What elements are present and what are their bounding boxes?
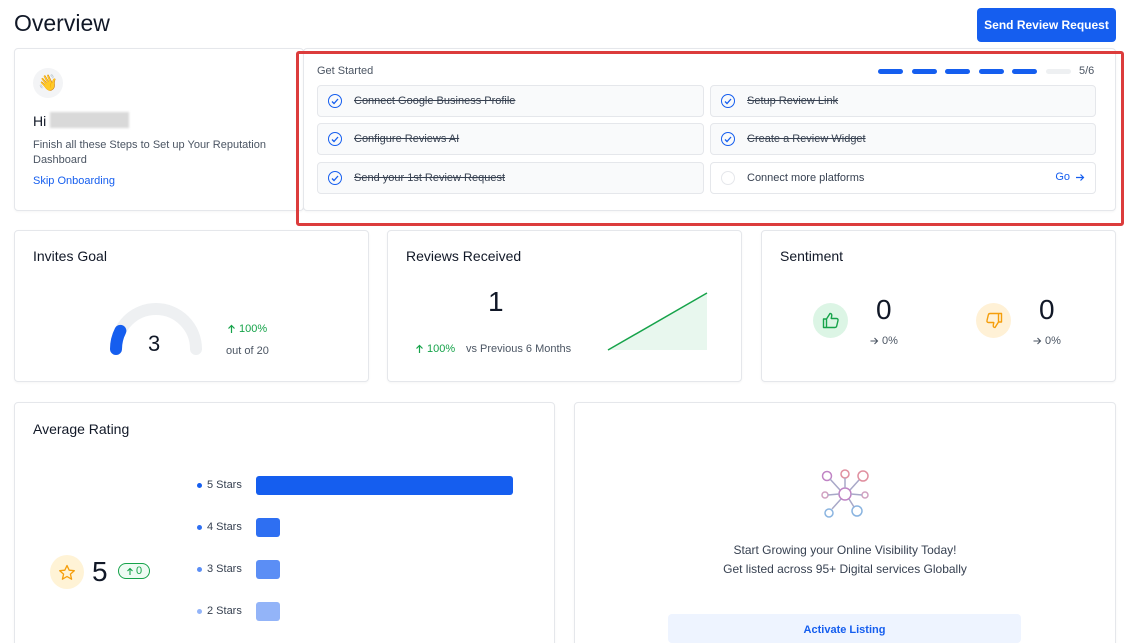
reviews-received-title: Reviews Received [406, 248, 522, 264]
progress-segment [978, 69, 1004, 74]
step-connect-more-platforms[interactable]: Connect more platforms Go [710, 162, 1096, 194]
greeting: Hi [33, 113, 47, 129]
page-title: Overview [14, 10, 110, 36]
network-nodes-icon [821, 469, 869, 518]
rating-bar [256, 560, 280, 579]
listing-line-1: Start Growing your Online Visibility Tod… [733, 543, 957, 557]
go-link[interactable]: Go [1055, 171, 1085, 183]
thumbs-up-icon [813, 303, 848, 338]
rating-bar [256, 602, 280, 621]
listing-line-2: Get listed across 95+ Digital services G… [723, 562, 967, 576]
check-circle-icon [328, 132, 342, 146]
legend-label: 5 Stars [207, 479, 242, 491]
activate-listing-button[interactable]: Activate Listing [668, 614, 1021, 643]
send-review-request-button[interactable]: Send Review Request [977, 8, 1116, 42]
step-create-review-widget[interactable]: Create a Review Widget [710, 123, 1096, 155]
check-circle-icon [328, 94, 342, 108]
arrow-right-icon [1076, 173, 1085, 181]
average-rating-value: 5 [92, 556, 108, 587]
reviews-trend-sparkline [607, 292, 708, 351]
progress-segment [1045, 69, 1071, 74]
invites-out-of: out of 20 [226, 345, 269, 357]
empty-circle-icon [721, 171, 735, 185]
rating-legend-item: 4 Stars [197, 521, 242, 533]
progress-segment [1012, 69, 1037, 74]
legend-label: 3 Stars [207, 563, 242, 575]
arrow-up-icon [228, 324, 235, 333]
rating-legend-item: 5 Stars [197, 479, 242, 491]
rating-legend-item: 3 Stars [197, 563, 242, 575]
skip-onboarding-link[interactable]: Skip Onboarding [33, 175, 115, 187]
progress-text: 5/6 [1079, 65, 1095, 77]
reviews-received-value: 1 [488, 286, 504, 317]
negative-change: 0% [1033, 335, 1061, 347]
legend-dot [197, 524, 202, 530]
average-rating-title: Average Rating [33, 421, 130, 437]
sentiment-title: Sentiment [780, 248, 844, 264]
arrow-up-icon [416, 344, 423, 353]
wave-emoji-icon: 👋 [33, 68, 63, 98]
arrow-right-icon [870, 337, 879, 345]
step-setup-review-link[interactable]: Setup Review Link [710, 85, 1096, 117]
legend-dot [197, 566, 202, 572]
progress-segment [911, 69, 937, 74]
listing-card [574, 402, 1116, 643]
arrow-right-icon [1033, 337, 1042, 345]
negative-value: 0 [1039, 294, 1055, 325]
step-send-first-review-request[interactable]: Send your 1st Review Request [317, 162, 704, 194]
rating-change-badge: 0 [118, 563, 150, 579]
arrow-up-icon [127, 567, 133, 575]
step-configure-reviews-ai[interactable]: Configure Reviews AI [317, 123, 704, 155]
reviews-change: 100% [415, 343, 455, 355]
legend-label: 4 Stars [207, 521, 242, 533]
redacted-username [50, 112, 129, 128]
check-circle-icon [721, 132, 735, 146]
progress-segment [878, 69, 903, 74]
legend-dot [197, 608, 202, 614]
check-circle-icon [328, 171, 342, 185]
average-rating-card [14, 402, 555, 643]
invites-goal-title: Invites Goal [33, 248, 107, 264]
legend-label: 2 Stars [207, 605, 242, 617]
get-started-title: Get Started [317, 65, 374, 77]
positive-value: 0 [876, 294, 892, 325]
rating-legend-item: 2 Stars [197, 605, 242, 617]
star-icon [50, 555, 84, 589]
rating-bar [256, 518, 280, 537]
step-connect-google[interactable]: Connect Google Business Profile [317, 85, 704, 117]
invites-change: 100% [227, 323, 267, 335]
invites-value: 3 [148, 331, 161, 356]
welcome-description: Finish all these Steps to Set up Your Re… [33, 139, 266, 166]
rating-bar [256, 476, 513, 495]
thumbs-down-icon [976, 303, 1011, 338]
positive-change: 0% [870, 335, 898, 347]
reviews-comparison: vs Previous 6 Months [466, 343, 572, 355]
check-circle-icon [721, 94, 735, 108]
legend-dot [197, 482, 202, 488]
progress-segment [945, 69, 970, 74]
